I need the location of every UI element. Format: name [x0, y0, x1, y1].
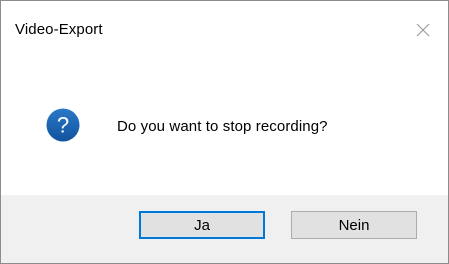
- title-bar: Video-Export: [1, 1, 448, 63]
- dialog-message: Do you want to stop recording?: [117, 118, 328, 135]
- question-icon: ?: [46, 108, 80, 142]
- no-button[interactable]: Nein: [291, 211, 417, 239]
- close-icon: [416, 23, 430, 37]
- svg-text:?: ?: [57, 113, 69, 138]
- yes-button[interactable]: Ja: [139, 211, 265, 239]
- dialog-content: ? Do you want to stop recording?: [1, 63, 448, 195]
- close-button[interactable]: [400, 7, 446, 53]
- message-dialog: Video-Export ? Do you want to stop recor…: [0, 0, 449, 264]
- dialog-title: Video-Export: [15, 21, 103, 38]
- button-bar: Ja Nein: [1, 195, 448, 263]
